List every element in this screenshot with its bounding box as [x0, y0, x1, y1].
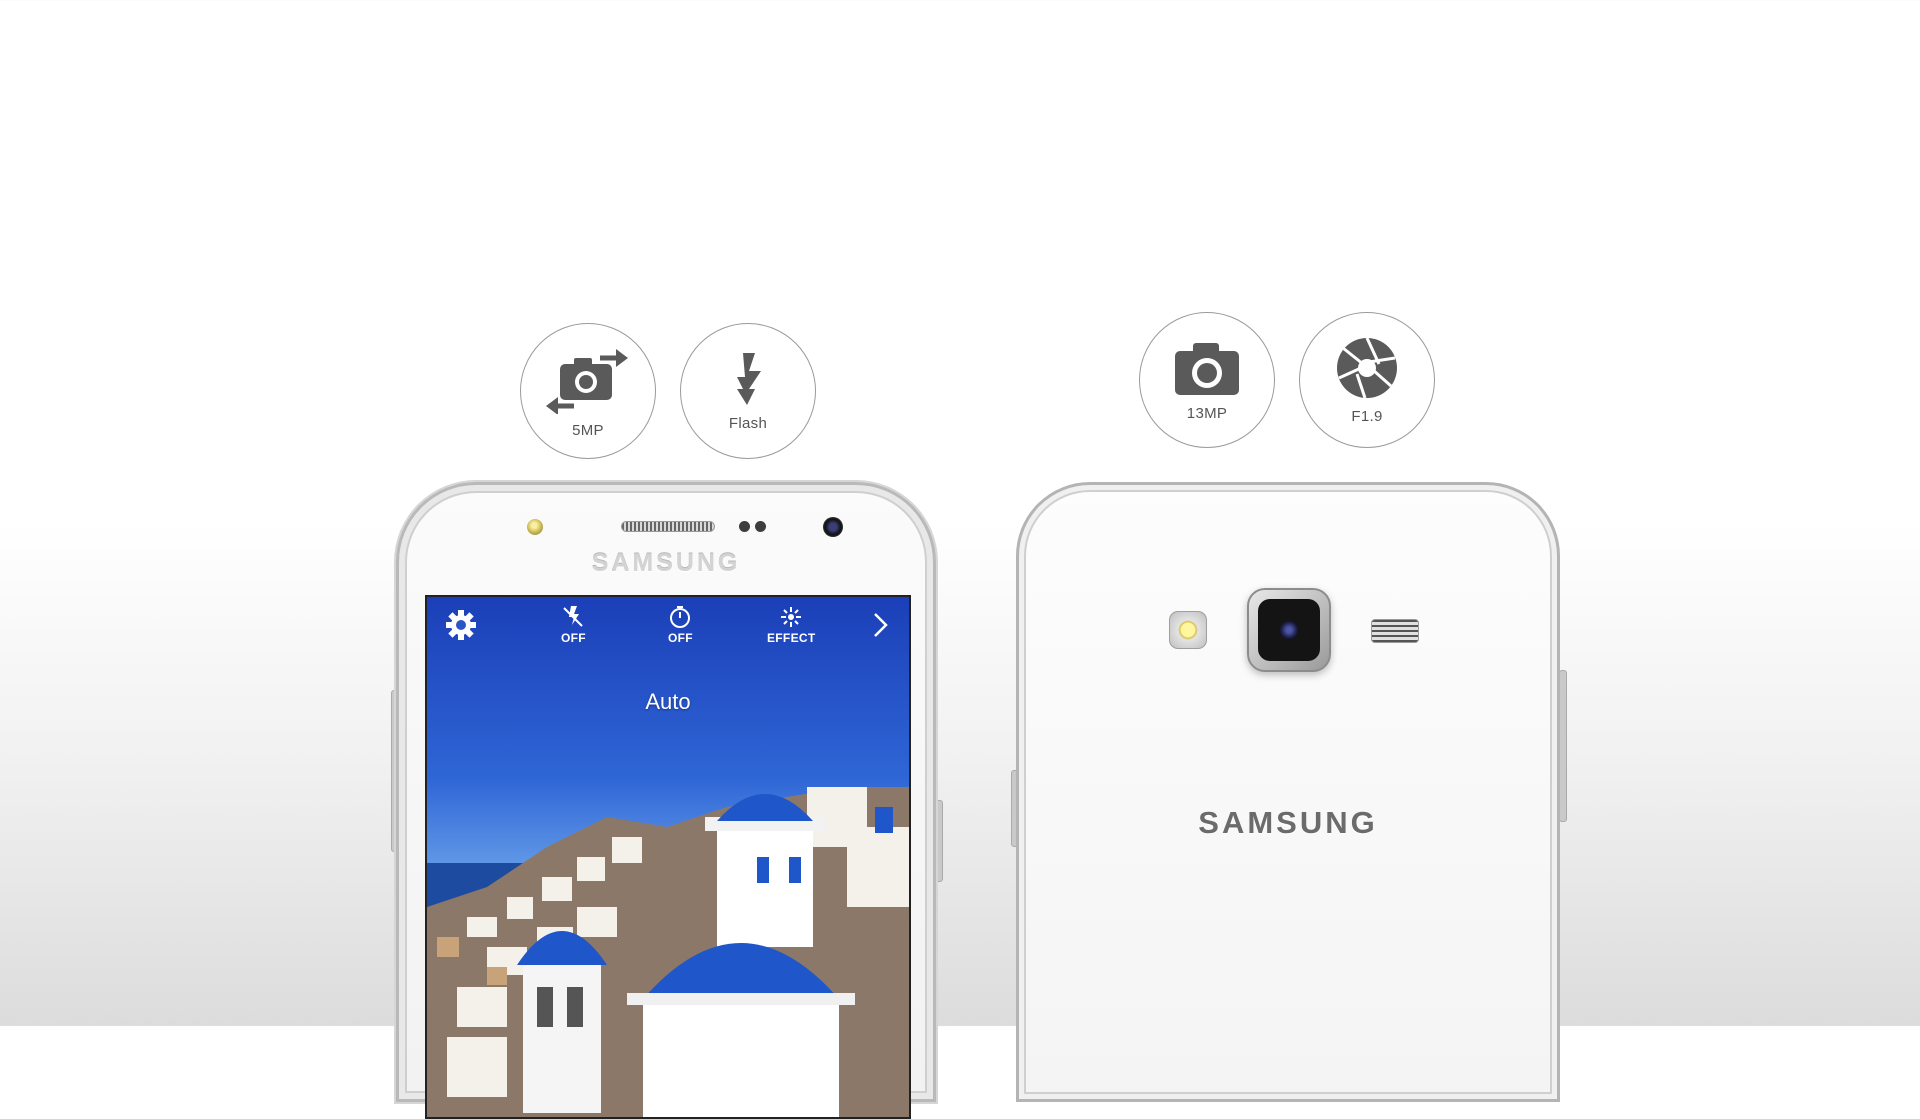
aperture-icon: [1337, 336, 1397, 398]
gear-icon: [446, 610, 476, 640]
rear-aperture-label: F1.9: [1351, 407, 1383, 425]
camera-toolbar: OFF OFF EFFECT: [427, 597, 909, 661]
shooting-mode-label: Auto: [645, 689, 691, 714]
sensor-dot: [755, 521, 766, 532]
front-5mp-label: 5MP: [572, 421, 604, 439]
back-side-button: [1559, 670, 1567, 822]
santorini-scene: [427, 787, 909, 1117]
camera-viewfinder[interactable]: OFF OFF EFFECT Auto: [425, 595, 911, 1119]
front-phone: SAMSUNG OFF OFF EFFECT Auto: [396, 482, 936, 1119]
rear-13mp-badge: 13MP: [1139, 312, 1275, 448]
settings-button[interactable]: [445, 609, 477, 641]
sensor-dot: [739, 521, 750, 532]
timer-state-label: OFF: [668, 631, 693, 645]
back-phone: SAMSUNG: [1016, 482, 1560, 1102]
rear-camera-housing: [1258, 599, 1320, 661]
earpiece-speaker: [621, 521, 715, 532]
rear-camera-module: [1247, 588, 1331, 672]
camera-icon: [1175, 342, 1239, 395]
effect-label: EFFECT: [767, 631, 816, 645]
effect-button[interactable]: EFFECT: [767, 605, 815, 645]
rear-camera-lens: [1280, 621, 1298, 639]
rear-aperture-badge: F1.9: [1299, 312, 1435, 448]
flash-toggle[interactable]: OFF: [561, 605, 586, 645]
rear-led-flash: [1169, 611, 1207, 649]
timer-icon: [670, 606, 691, 628]
back-brand-logo: SAMSUNG: [1198, 805, 1378, 840]
flash-state-label: OFF: [561, 631, 586, 645]
flash-off-icon: [563, 606, 584, 627]
front-flash-badge: Flash: [680, 323, 816, 459]
rear-speaker-grill: [1371, 619, 1419, 643]
front-5mp-badge: 5MP: [520, 323, 656, 459]
front-brand-logo: SAMSUNG: [591, 549, 741, 577]
more-modes-button[interactable]: [871, 611, 891, 639]
rear-13mp-label: 13MP: [1186, 404, 1228, 422]
front-camera-switch-icon: [546, 348, 628, 414]
effect-sparkle-icon: [781, 607, 802, 627]
chevron-right-icon: [874, 613, 888, 637]
front-camera-lens: [823, 517, 843, 537]
flash-icon: [737, 352, 761, 405]
proximity-sensor: [527, 519, 543, 535]
front-flash-label: Flash: [728, 414, 768, 432]
front-power-button: [935, 800, 943, 882]
timer-toggle[interactable]: OFF: [668, 605, 693, 645]
